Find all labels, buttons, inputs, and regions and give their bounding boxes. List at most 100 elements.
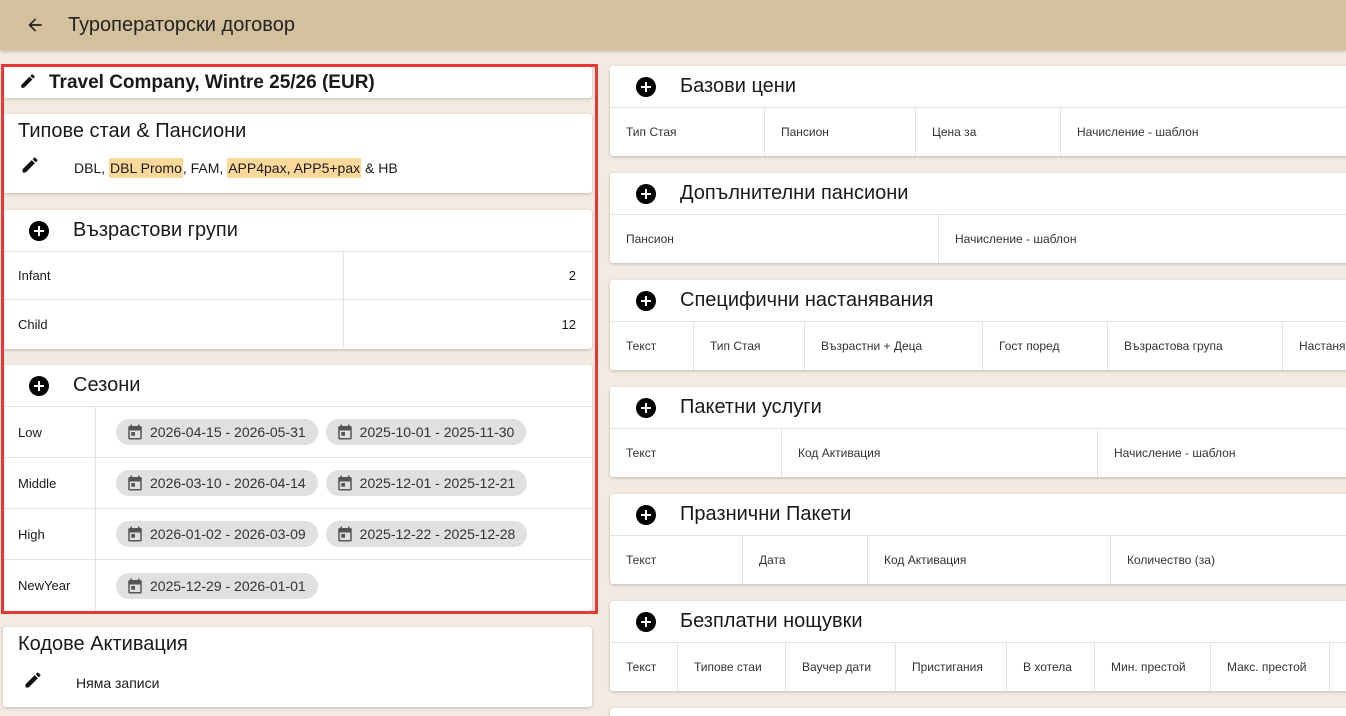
column-header[interactable]: Пристигания (896, 643, 1007, 691)
column-header[interactable]: Дата (743, 536, 868, 584)
calendar-icon (128, 526, 142, 542)
add-circle-icon[interactable] (636, 611, 656, 632)
free-nights-card: Безплатни нощувки Текст Типове стаи Вауч… (610, 601, 1346, 691)
column-header[interactable]: Мин. престой (1095, 643, 1211, 691)
date-range-chip[interactable]: 2025-12-01 - 2025-12-21 (325, 470, 528, 496)
extra-boards-card: Допълнителни пансиони Пансион Начисление… (610, 173, 1346, 263)
section-title: Празнични Пакети (680, 503, 852, 525)
contract-title-card: Travel Company, Wintre 25/26 (EUR) (3, 67, 592, 98)
column-header[interactable] (1330, 643, 1346, 691)
edit-icon[interactable] (20, 155, 40, 180)
base-prices-card: Базови цени Тип Стая Пансион Цена за Нач… (610, 66, 1346, 156)
calendar-icon (337, 475, 352, 491)
age-group-value: 12 (561, 316, 576, 332)
column-header[interactable]: Начисление - шаблон (939, 215, 1346, 263)
column-header[interactable]: Гост поред (983, 322, 1108, 370)
date-range: 2026-01-02 - 2026-03-09 (150, 526, 306, 542)
column-header[interactable]: Типове стаи (678, 643, 786, 691)
column-header[interactable]: Настаня (1283, 322, 1346, 370)
page-title: Туроператорски договор (68, 13, 295, 36)
column-header[interactable]: Пансион (765, 108, 916, 156)
season-name: NewYear (3, 560, 96, 611)
room-types-summary: DBL, DBL Promo, FAM, APP4pax, APP5+pax &… (74, 157, 398, 178)
calendar-icon (337, 526, 352, 542)
table-row[interactable]: Child 12 (3, 300, 592, 348)
column-header[interactable]: Текст (610, 429, 782, 477)
age-group-name: Infant (3, 252, 344, 299)
room-type-text: & HB (361, 159, 398, 176)
column-header[interactable]: Цена за (916, 108, 1061, 156)
column-header[interactable]: Макс. престой (1211, 643, 1330, 691)
app-bar: Туроператорски договор (0, 0, 1346, 50)
add-circle-icon[interactable] (636, 397, 656, 418)
age-group-name: Child (3, 300, 344, 348)
table-header-row: Текст Дата Код Активация Количество (за) (610, 536, 1346, 584)
season-row[interactable]: Middle 2026-03-10 - 2026-04-14 2025-12-0… (3, 458, 592, 509)
edit-icon[interactable] (23, 670, 43, 695)
column-header[interactable]: Пансион (610, 215, 939, 263)
date-range: 2026-04-15 - 2026-05-31 (150, 424, 306, 440)
date-range-chip[interactable]: 2026-03-10 - 2026-04-14 (116, 470, 318, 496)
add-circle-icon[interactable] (636, 290, 656, 311)
table-header-row: Текст Код Активация Начисление - шаблон (610, 429, 1346, 477)
season-name: Middle (3, 458, 96, 508)
add-circle-icon[interactable] (636, 76, 656, 97)
add-circle-icon[interactable] (636, 504, 656, 525)
age-groups-title: Възрастови групи (73, 219, 238, 241)
section-title: Допълнителни пансиони (680, 182, 909, 204)
calendar-icon (128, 475, 142, 491)
season-name: High (3, 509, 96, 559)
column-header[interactable]: Възрастова група (1108, 322, 1283, 370)
date-range: 2025-12-22 - 2025-12-28 (359, 526, 516, 542)
calendar-icon (128, 424, 142, 440)
room-type-text: DBL (74, 159, 102, 176)
date-range: 2025-12-29 - 2026-01-01 (150, 577, 306, 594)
add-circle-icon[interactable] (29, 220, 49, 241)
add-circle-icon[interactable] (29, 375, 49, 396)
age-groups-card: Възрастови групи Infant 2 Child 12 (3, 210, 592, 349)
date-range-chip[interactable]: 2026-04-15 - 2026-05-31 (116, 419, 318, 445)
date-range: 2025-12-01 - 2025-12-21 (359, 475, 516, 491)
add-circle-icon[interactable] (636, 183, 656, 204)
seasons-title: Сезони (73, 374, 141, 396)
column-header[interactable]: Ваучер дати (786, 643, 896, 691)
section-title: Безплатни нощувки (680, 610, 863, 632)
section-title: Специфични настанявания (680, 289, 934, 311)
column-header[interactable]: Текст (610, 643, 678, 691)
table-row[interactable]: Infant 2 (3, 252, 592, 300)
calendar-icon (128, 578, 142, 593)
column-header[interactable]: Начисление - шаблон (1098, 429, 1346, 477)
column-header[interactable]: Количество (за) (1111, 536, 1346, 584)
next-section-card (610, 708, 1346, 716)
date-range: 2025-10-01 - 2025-11-30 (359, 424, 515, 440)
column-header[interactable]: Тип Стая (610, 108, 765, 156)
column-header[interactable]: Код Активация (868, 536, 1111, 584)
date-range-chip[interactable]: 2026-01-02 - 2026-03-09 (116, 521, 318, 547)
back-arrow-icon[interactable] (16, 6, 54, 44)
special-accommodations-card: Специфични настанявания Текст Тип Стая В… (610, 280, 1346, 370)
room-type-text: , (101, 159, 110, 176)
date-range-chip[interactable]: 2025-10-01 - 2025-11-30 (325, 419, 527, 445)
room-type-text: , FAM, (182, 159, 228, 176)
column-header[interactable]: Код Активация (782, 429, 1098, 477)
activation-codes-card: Кодове Активация Няма записи (3, 627, 592, 707)
table-header-row: Текст Тип Стая Възрастни + Деца Гост пор… (610, 322, 1346, 370)
date-range-chip[interactable]: 2025-12-22 - 2025-12-28 (325, 521, 528, 547)
date-range-chip[interactable]: 2025-12-29 - 2026-01-01 (116, 572, 318, 599)
column-header[interactable]: Тип Стая (694, 322, 805, 370)
calendar-icon (337, 424, 352, 440)
column-header[interactable]: Текст (610, 322, 694, 370)
column-header[interactable]: Начисление - шаблон (1061, 108, 1346, 156)
season-row[interactable]: Low 2026-04-15 - 2026-05-31 2025-10-01 -… (3, 407, 592, 458)
season-row[interactable]: High 2026-01-02 - 2026-03-09 2025-12-22 … (3, 509, 592, 560)
column-header[interactable]: Текст (610, 536, 743, 584)
table-header-row: Тип Стая Пансион Цена за Начисление - ша… (610, 108, 1346, 156)
activation-codes-title: Кодове Активация (18, 633, 188, 655)
package-services-card: Пакетни услуги Текст Код Активация Начис… (610, 387, 1346, 477)
column-header[interactable]: Възрастни + Деца (805, 322, 983, 370)
edit-icon[interactable] (19, 72, 37, 95)
date-range: 2026-03-10 - 2026-04-14 (150, 475, 306, 491)
column-header[interactable]: В хотела (1007, 643, 1095, 691)
table-header-row: Текст Типове стаи Ваучер дати Пристигани… (610, 643, 1346, 691)
season-row[interactable]: NewYear 2025-12-29 - 2026-01-01 (3, 560, 592, 611)
